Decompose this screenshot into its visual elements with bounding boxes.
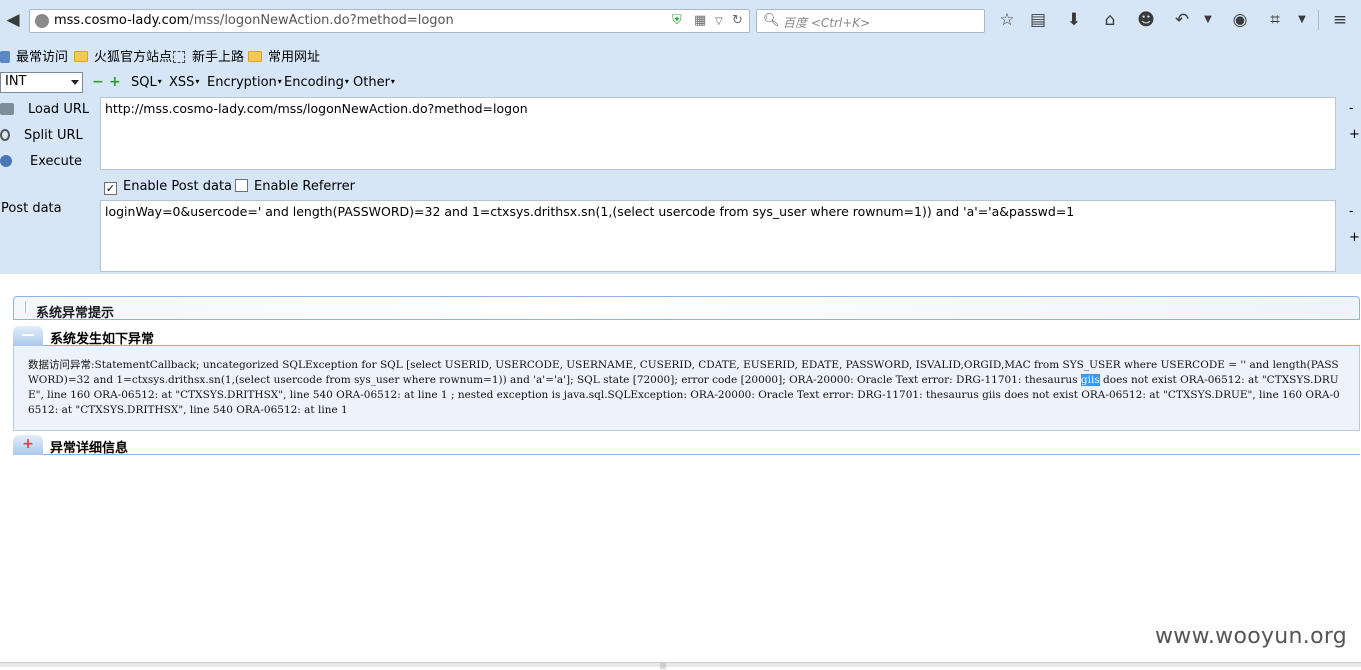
bookmarks-toolbar: 最常访问 火狐官方站点 新手上路 常用网址 <box>0 40 1361 68</box>
dropdown-arrow-icon[interactable]: ▽ <box>715 16 723 27</box>
page-icon <box>173 51 185 63</box>
bookmark-common-sites[interactable]: 常用网址 <box>248 46 320 65</box>
browser-chrome: ◀ mss.cosmo-lady.com/mss/logonNewAction.… <box>0 0 1361 274</box>
post-data-label: Post data <box>1 201 62 216</box>
panel-title: 系统异常提示 <box>36 306 115 321</box>
comment-icon[interactable]: ◉ <box>1229 10 1251 30</box>
site-identity-icon[interactable] <box>35 14 49 28</box>
undo-icon[interactable]: ↶ <box>1171 10 1193 30</box>
post-shrink-button[interactable]: - <box>1349 204 1354 219</box>
caret-icon: ▾ <box>344 77 349 86</box>
chat-icon[interactable]: ☻ <box>1135 10 1157 30</box>
menu-xss[interactable]: XSS▾ <box>169 75 199 90</box>
reading-list-icon[interactable]: ▤ <box>1027 10 1049 30</box>
qrcode-icon[interactable]: ▦ <box>694 13 706 28</box>
split-url-button[interactable]: Split URL <box>0 128 83 143</box>
url-path: /mss/logonNewAction.do?method=logon <box>189 13 454 28</box>
section-title: 异常详细信息 <box>50 441 129 456</box>
bookmark-most-visited[interactable]: 最常访问 <box>0 46 68 65</box>
caret-icon: ▾ <box>157 77 162 86</box>
search-placeholder: 百度 <Ctrl+K> <box>783 16 871 30</box>
crop-icon[interactable]: ⌗ <box>1264 10 1286 30</box>
toolbar-separator <box>1318 10 1319 30</box>
execute-button[interactable]: Execute <box>0 154 82 169</box>
empty-checkbox-icon <box>235 179 248 192</box>
caret-icon: ▾ <box>195 77 200 86</box>
checkmark-icon: ✓ <box>104 182 117 195</box>
post-data-textarea[interactable]: loginWay=0&usercode=' and length(PASSWOR… <box>100 200 1336 272</box>
type-select[interactable]: INT <box>0 72 83 93</box>
bookmark-star-icon[interactable]: ☆ <box>996 10 1018 30</box>
menu-other[interactable]: Other▾ <box>353 75 395 90</box>
bookmark-getting-started[interactable]: 新手上路 <box>173 46 244 65</box>
error-message: 数据访问异常:StatementCallback; uncategorized … <box>13 346 1360 431</box>
page-content: 系统异常提示 — 系统发生如下异常 数据访问异常:StatementCallba… <box>0 274 1361 670</box>
post-grow-button[interactable]: + <box>1349 230 1360 245</box>
search-icon[interactable]: 🔍︎ <box>763 13 780 28</box>
folder-icon <box>248 51 262 62</box>
collapse-tab[interactable]: — <box>13 326 43 346</box>
load-url-icon <box>0 103 14 115</box>
reload-icon[interactable]: ↻ <box>732 13 743 28</box>
plus-icon: + <box>22 436 34 452</box>
caret-icon: ▾ <box>277 77 282 86</box>
bookmark-firefox-official[interactable]: 火狐官方站点 <box>74 46 172 65</box>
url-textarea[interactable]: http://mss.cosmo-lady.com/mss/logonNewAc… <box>100 97 1336 170</box>
decrease-icon[interactable]: − <box>92 74 104 90</box>
crop-dropdown-icon[interactable]: ▼ <box>1291 10 1313 30</box>
enable-referrer-checkbox[interactable]: Enable Referrer <box>235 179 355 194</box>
error-panel-header: 系统异常提示 <box>13 296 1360 321</box>
search-bar[interactable]: 🔍︎ 百度 <Ctrl+K> <box>756 9 985 33</box>
menu-encoding[interactable]: Encoding▾ <box>284 75 349 90</box>
exception-section-header[interactable]: — 系统发生如下异常 <box>13 326 1360 347</box>
enable-post-checkbox[interactable]: ✓ Enable Post data <box>104 179 232 195</box>
load-url-button[interactable]: Load URL <box>0 102 89 117</box>
hackbar-body: Load URL Split URL Execute http://mss.co… <box>0 97 1361 274</box>
url-text[interactable]: mss.cosmo-lady.com/mss/logonNewAction.do… <box>54 13 454 28</box>
navigation-bar: ◀ mss.cosmo-lady.com/mss/logonNewAction.… <box>0 0 1361 40</box>
chevron-down-icon <box>71 80 79 85</box>
menu-icon[interactable]: ≡ <box>1329 10 1351 30</box>
url-grow-button[interactable]: + <box>1349 127 1360 142</box>
split-url-icon <box>0 129 10 141</box>
execute-icon <box>0 155 12 167</box>
expand-tab[interactable]: + <box>13 435 43 455</box>
caret-icon: ▾ <box>390 77 395 86</box>
folder-icon <box>74 51 88 62</box>
undo-dropdown-icon[interactable]: ▼ <box>1197 10 1219 30</box>
increase-icon[interactable]: + <box>109 74 121 90</box>
shield-icon[interactable]: ⛨ <box>672 13 682 28</box>
details-section-header[interactable]: + 异常详细信息 <box>13 435 1360 456</box>
menu-sql[interactable]: SQL▾ <box>131 75 162 90</box>
panel-bar-icon <box>24 300 27 314</box>
home-icon[interactable]: ⌂ <box>1099 10 1121 30</box>
url-shrink-button[interactable]: - <box>1349 101 1354 116</box>
minus-icon: — <box>21 327 35 343</box>
bookmark-icon <box>0 51 10 63</box>
watermark: www.wooyun.org <box>1155 624 1348 649</box>
address-bar[interactable]: mss.cosmo-lady.com/mss/logonNewAction.do… <box>29 9 750 33</box>
horizontal-scrollbar[interactable]: ||| <box>0 662 1361 670</box>
error-text-highlight: giis <box>1080 374 1100 386</box>
hackbar-menu: INT − + SQL▾ XSS▾ Encryption▾ Encoding▾ … <box>0 68 1361 97</box>
download-icon[interactable]: ⬇ <box>1063 10 1085 30</box>
back-icon[interactable]: ◀ <box>2 10 24 30</box>
section-title: 系统发生如下异常 <box>50 332 155 347</box>
url-domain: mss.cosmo-lady.com <box>54 13 190 28</box>
menu-encryption[interactable]: Encryption▾ <box>207 75 282 90</box>
